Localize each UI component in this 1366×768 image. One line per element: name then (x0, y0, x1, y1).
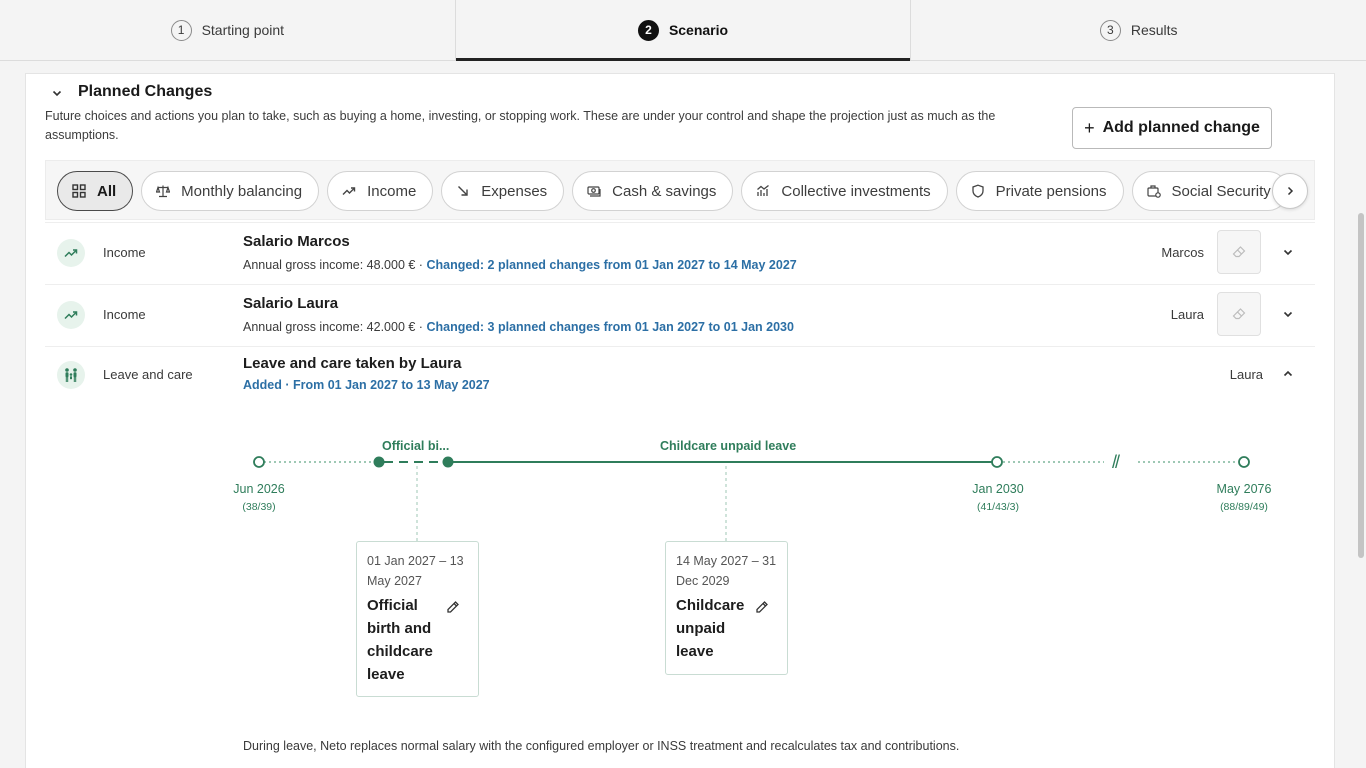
row-owner: Laura (1170, 307, 1204, 322)
briefcase-icon (1146, 185, 1161, 198)
row-summary: Annual gross income: 42.000 € · Changed:… (243, 320, 794, 334)
chip-label: Private pensions (995, 182, 1107, 200)
step-label: Scenario (668, 22, 729, 38)
step-number: 1 (170, 19, 192, 41)
period-dates: 14 May 2027 – 31 Dec 2029 (676, 554, 777, 588)
chevron-down-icon[interactable] (50, 86, 64, 100)
chevron-right-icon (1287, 186, 1294, 196)
filter-chip-expenses[interactable]: Expenses (441, 171, 565, 211)
filter-chip-income[interactable]: Income (327, 171, 434, 211)
scale-icon (156, 185, 171, 198)
filter-chip-social-security[interactable]: Social Security (1131, 171, 1288, 211)
row-category: Income (103, 307, 146, 322)
row-summary-text: Annual gross income: 48.000 € · (243, 258, 427, 272)
step-number: 3 (1099, 19, 1121, 41)
leave-period-card[interactable]: 01 Jan 2027 – 13 May 2027 Official birth… (356, 541, 479, 697)
add-planned-change-button[interactable]: + Add planned change (1072, 107, 1272, 149)
filter-chip-collective-investments[interactable]: Collective investments (741, 171, 948, 211)
planned-change-row[interactable]: Income Salario Laura Annual gross income… (45, 284, 1315, 346)
chip-label: All (97, 182, 117, 200)
row-summary: Annual gross income: 48.000 € · Changed:… (243, 258, 797, 272)
scroll-right-button[interactable] (1272, 173, 1308, 209)
step-results[interactable]: 3 Results (911, 0, 1366, 60)
chevron-up-icon[interactable] (1281, 367, 1295, 381)
chip-label: Monthly balancing (181, 182, 303, 200)
step-number: 2 (637, 19, 659, 41)
bar-chart-icon (757, 184, 770, 196)
clear-button[interactable] (1217, 230, 1261, 274)
section-title: Planned Changes (78, 83, 213, 100)
row-category: Income (103, 245, 146, 260)
clear-button[interactable] (1217, 292, 1261, 336)
pencil-icon[interactable] (446, 600, 460, 614)
section-description: Future choices and actions you plan to t… (45, 109, 996, 142)
row-title: Salario Marcos (243, 233, 350, 250)
cash-icon (587, 186, 601, 197)
page-scrollbar[interactable] (1356, 61, 1366, 768)
period-name: Childcare unpaid leave (676, 597, 745, 660)
period-dates: 01 Jan 2027 – 13 May 2027 (367, 554, 464, 588)
chip-label: Collective investments (781, 182, 931, 200)
leave-period-card[interactable]: 14 May 2027 – 31 Dec 2029 Childcare unpa… (665, 541, 788, 675)
chevron-down-icon[interactable] (1281, 245, 1295, 259)
step-scenario[interactable]: 2 Scenario (455, 0, 912, 61)
chip-label: Cash & savings (612, 182, 717, 200)
row-category: Leave and care (103, 367, 193, 382)
eraser-icon (1232, 246, 1246, 258)
scrollbar-thumb[interactable] (1358, 213, 1364, 558)
eraser-icon (1232, 308, 1246, 320)
period-name: Official birth and childcare leave (367, 597, 433, 683)
chevron-down-icon[interactable] (1281, 307, 1295, 321)
trend-up-icon (342, 187, 356, 195)
row-change-summary[interactable]: Changed: 2 planned changes from 01 Jan 2… (426, 258, 796, 272)
filter-chip-cash-savings[interactable]: Cash & savings (572, 171, 734, 211)
row-summary-text: Annual gross income: 42.000 € · (243, 320, 427, 334)
family-icon (57, 361, 85, 389)
filter-chip-private-pensions[interactable]: Private pensions (955, 171, 1124, 211)
planned-change-row[interactable]: Income Salario Marcos Annual gross incom… (45, 222, 1315, 284)
pencil-icon[interactable] (755, 600, 769, 614)
wizard-stepper: 1 Starting point 2 Scenario 3 Results (0, 0, 1366, 61)
grid-icon (72, 184, 86, 198)
filter-chip-all[interactable]: All (57, 171, 134, 211)
plus-icon: + (1084, 117, 1095, 138)
row-title: Leave and care taken by Laura (243, 355, 462, 372)
trend-up-icon (57, 301, 85, 329)
arrow-down-right-icon (458, 186, 468, 196)
step-starting-point[interactable]: 1 Starting point (0, 0, 456, 60)
leave-note: During leave, Neto replaces normal salar… (243, 739, 960, 753)
step-label: Results (1130, 22, 1178, 38)
shield-icon (971, 184, 984, 198)
row-change-summary[interactable]: Changed: 3 planned changes from 01 Jan 2… (426, 320, 794, 334)
row-owner: Marcos (1161, 245, 1204, 260)
category-filter-bar: All Monthly balancing Income Expenses Ca… (45, 160, 1315, 220)
add-button-label: Add planned change (1102, 119, 1260, 136)
chip-label: Expenses (481, 182, 548, 200)
row-added-summary: Added · From 01 Jan 2027 to 13 May 2027 (243, 378, 490, 392)
step-label: Starting point (201, 22, 285, 38)
filter-chip-monthly-balancing[interactable]: Monthly balancing (141, 171, 320, 211)
row-title: Salario Laura (243, 295, 339, 312)
chip-label: Social Security (1171, 182, 1271, 200)
row-owner: Laura (1229, 367, 1263, 382)
chip-label: Income (367, 182, 417, 200)
trend-up-icon (57, 239, 85, 267)
